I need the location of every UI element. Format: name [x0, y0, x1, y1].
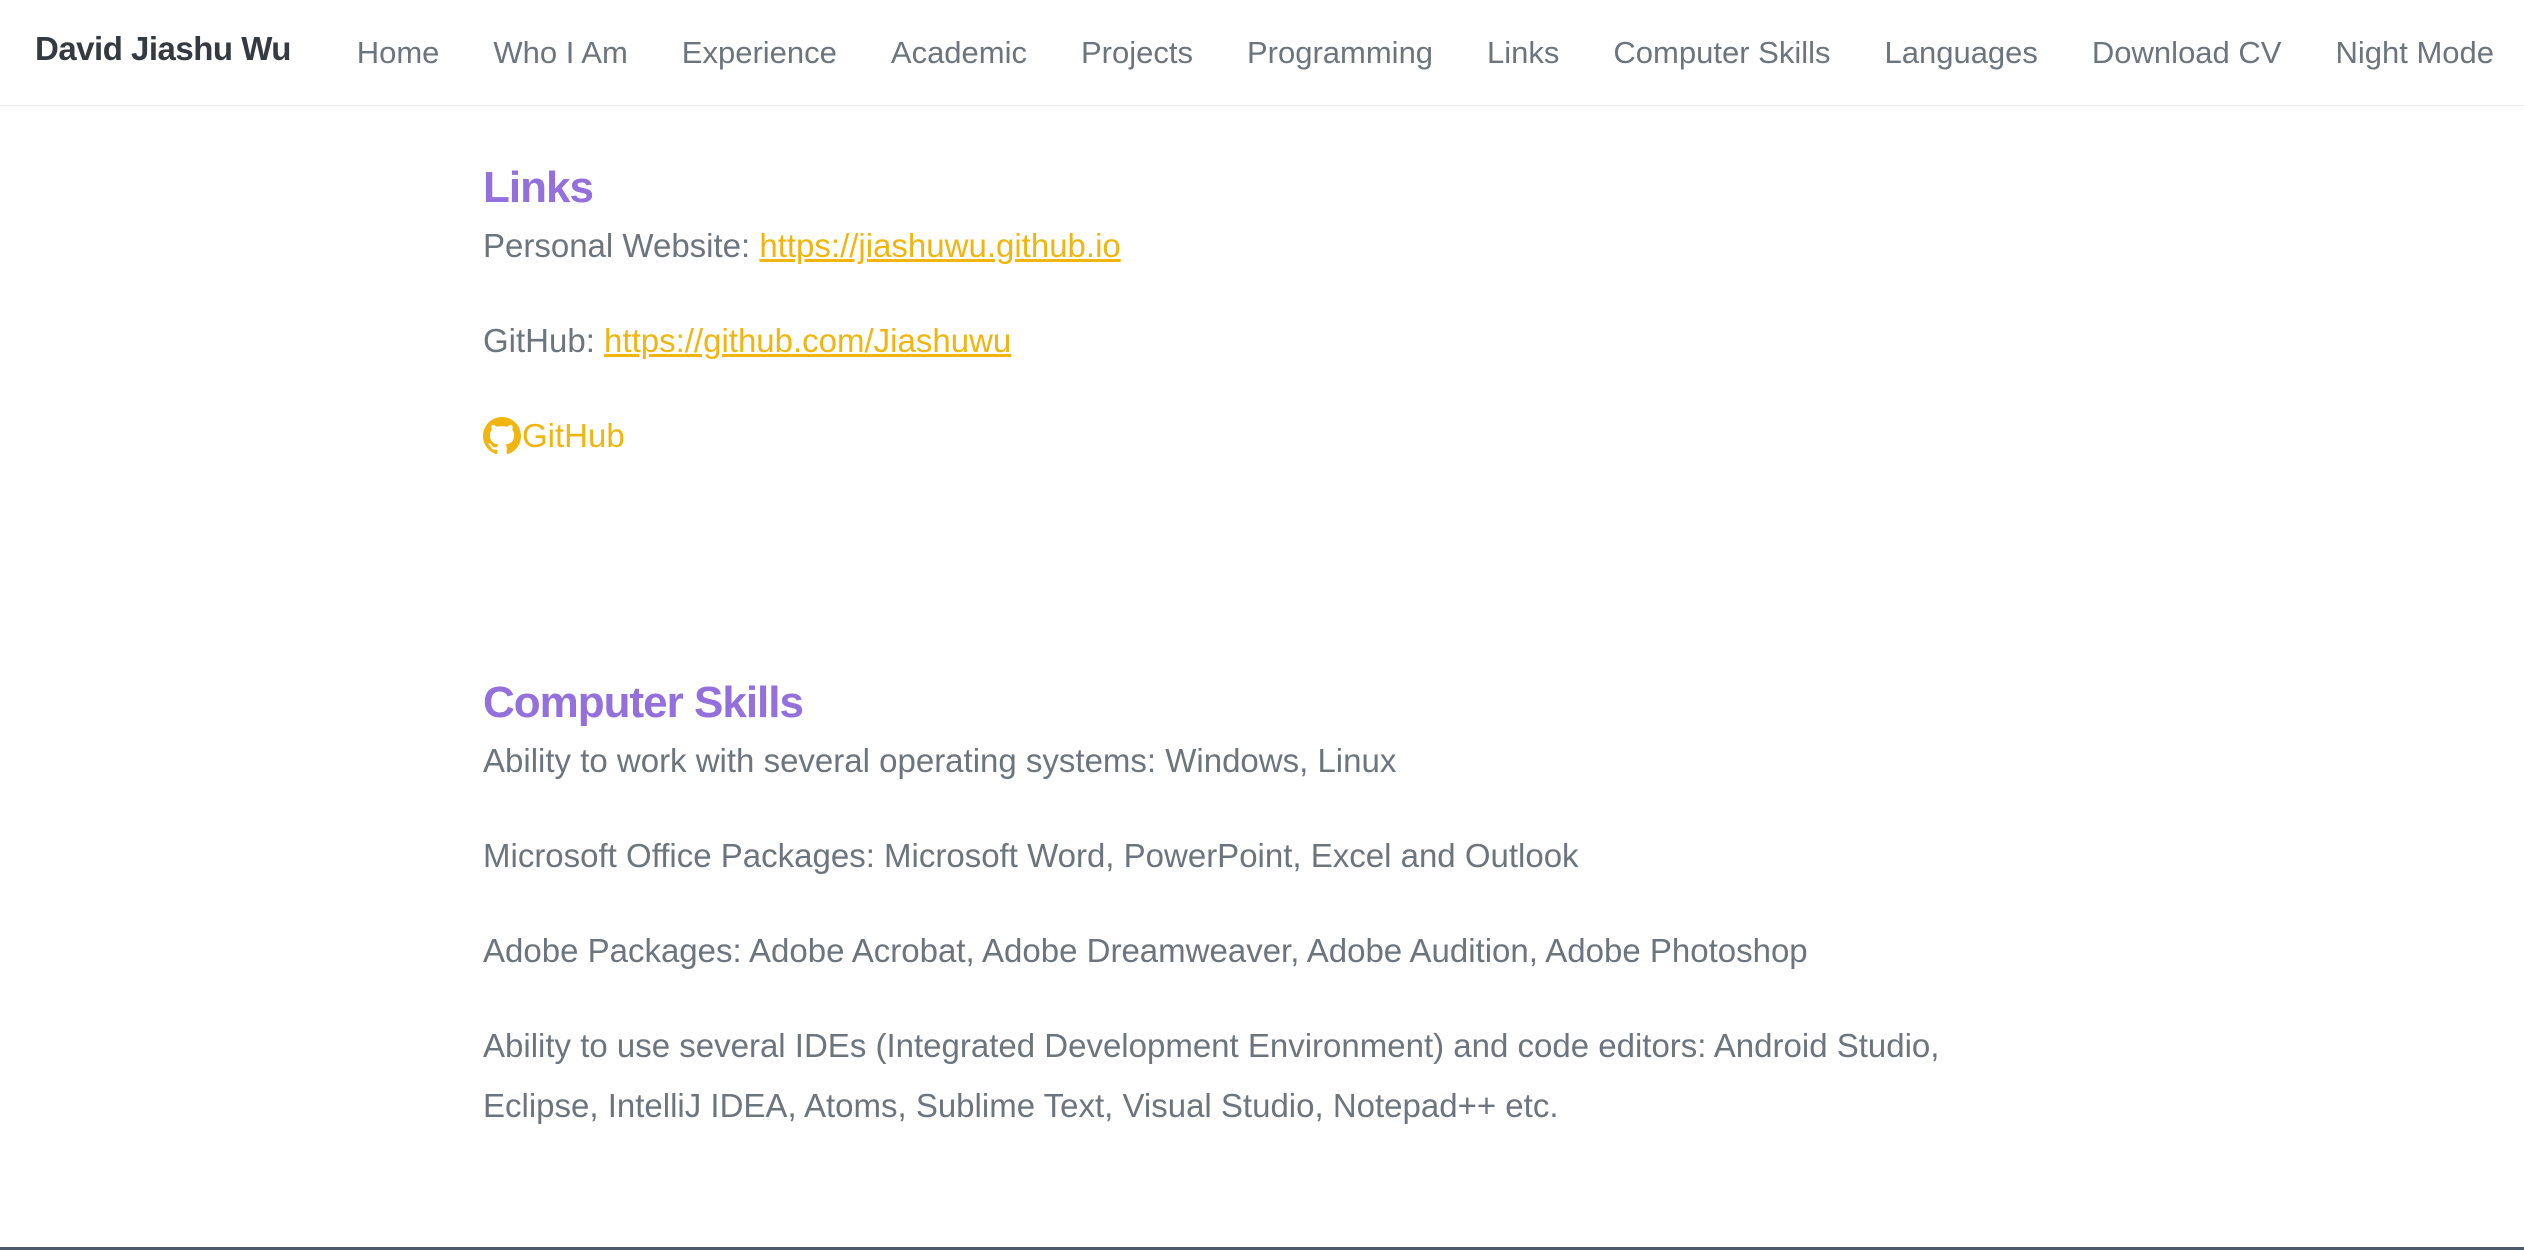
- nav-link-projects[interactable]: Projects: [1081, 35, 1193, 70]
- nav-item-languages: Languages: [1884, 35, 2037, 71]
- nav-link-who-i-am[interactable]: Who I Am: [493, 35, 627, 70]
- links-section: Links Personal Website: https://jiashuwu…: [483, 160, 2063, 466]
- nav-link-computer-skills[interactable]: Computer Skills: [1613, 35, 1830, 70]
- nav-item-projects: Projects: [1081, 35, 1193, 71]
- github-button[interactable]: GitHub: [483, 406, 2063, 466]
- nav-menu: Home Who I Am Experience Academic Projec…: [303, 0, 2494, 106]
- github-url-link[interactable]: https://github.com/Jiashuwu: [604, 322, 1011, 359]
- nav-item-home: Home: [357, 35, 440, 71]
- nav-item-computer-skills: Computer Skills: [1613, 35, 1830, 71]
- nav-link-academic[interactable]: Academic: [891, 35, 1027, 70]
- nav-item-who-i-am: Who I Am: [493, 35, 627, 71]
- links-heading: Links: [483, 163, 594, 212]
- skill-item-adobe: Adobe Packages: Adobe Acrobat, Adobe Dre…: [483, 932, 1808, 969]
- nav-item-links: Links: [1487, 35, 1559, 71]
- personal-website-line: Personal Website: https://jiashuwu.githu…: [483, 216, 2063, 276]
- nav-item-programming: Programming: [1247, 35, 1433, 71]
- nav-item-academic: Academic: [891, 35, 1027, 71]
- computer-skills-heading: Computer Skills: [483, 678, 804, 727]
- personal-website-label: Personal Website:: [483, 227, 760, 264]
- skill-item-operating-systems: Ability to work with several operating s…: [483, 742, 1397, 779]
- computer-skills-section: Computer Skills Ability to work with sev…: [483, 675, 2063, 1171]
- nav-link-night-mode[interactable]: Night Mode: [2335, 35, 2494, 70]
- nav-link-programming[interactable]: Programming: [1247, 35, 1433, 70]
- skill-item-microsoft-office: Microsoft Office Packages: Microsoft Wor…: [483, 837, 1579, 874]
- nav-link-download-cv[interactable]: Download CV: [2092, 35, 2282, 70]
- nav-link-home[interactable]: Home: [357, 35, 440, 70]
- nav-link-links[interactable]: Links: [1487, 35, 1559, 70]
- github-line: GitHub: https://github.com/Jiashuwu: [483, 311, 2063, 371]
- personal-website-link[interactable]: https://jiashuwu.github.io: [759, 227, 1120, 264]
- github-icon: [483, 417, 521, 455]
- nav-item-night-mode: Night Mode: [2335, 35, 2494, 71]
- github-label: GitHub:: [483, 322, 605, 359]
- nav-link-languages[interactable]: Languages: [1884, 35, 2037, 70]
- skill-item-ides: Ability to use several IDEs (Integrated …: [483, 1027, 1940, 1124]
- top-navbar: David Jiashu Wu Home Who I Am Experience…: [0, 0, 2524, 106]
- nav-item-download-cv: Download CV: [2092, 35, 2282, 71]
- nav-link-experience[interactable]: Experience: [682, 35, 837, 70]
- brand-link[interactable]: David Jiashu Wu: [35, 30, 291, 68]
- nav-item-experience: Experience: [682, 35, 837, 71]
- github-button-label: GitHub: [522, 417, 625, 454]
